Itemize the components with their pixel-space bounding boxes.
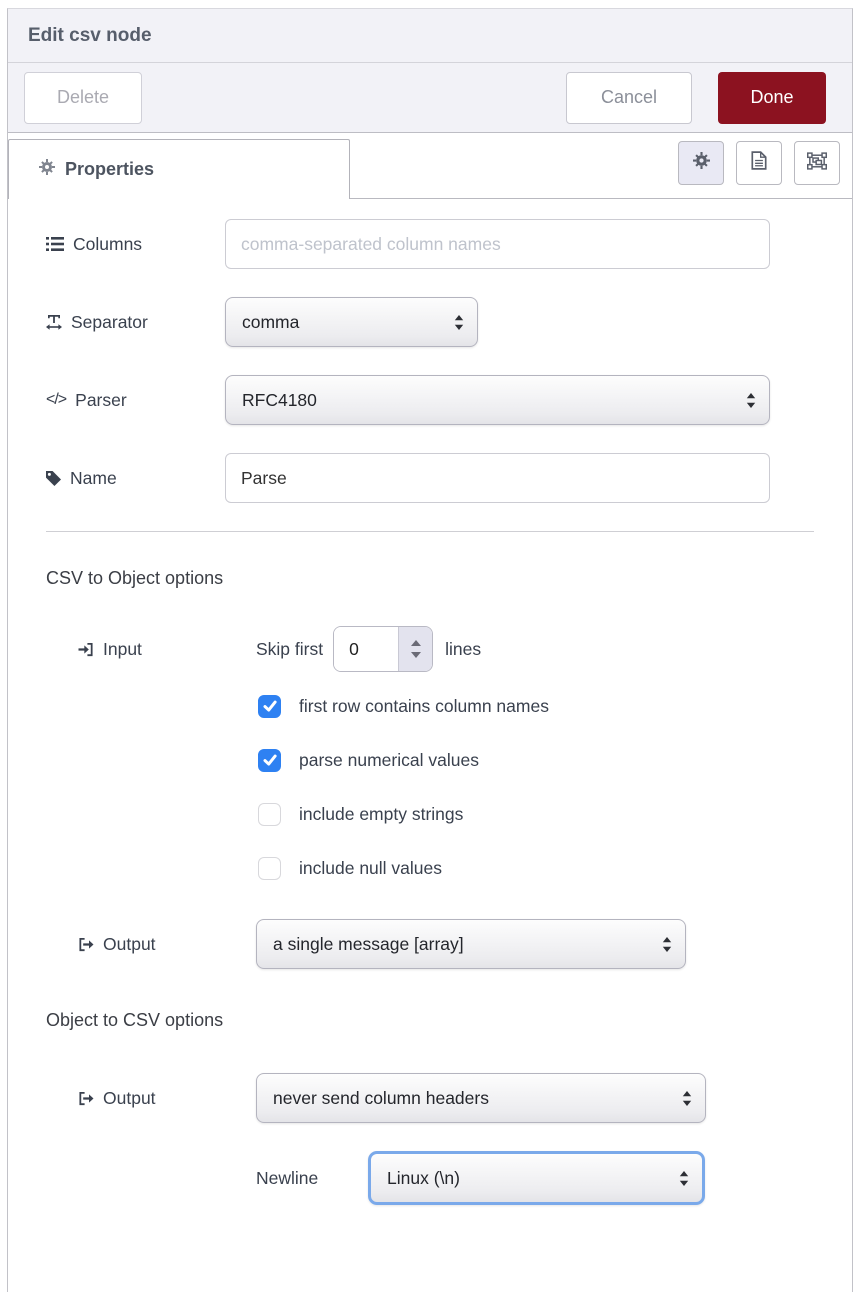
input-row: Input Skip first lines xyxy=(46,624,814,674)
checkbox-label: include null values xyxy=(299,858,442,879)
csv-output-label: Output xyxy=(46,934,256,955)
tab-properties-label: Properties xyxy=(65,159,154,180)
dialog-button-bar: Delete Cancel Done xyxy=(8,63,852,133)
csv-output-select-value: a single message [array] xyxy=(273,934,662,955)
separator-label: Separator xyxy=(46,312,225,333)
code-icon: </> xyxy=(46,391,66,409)
columns-row: Columns xyxy=(46,219,814,269)
parser-label: </> Parser xyxy=(46,390,225,411)
newline-label: Newline xyxy=(256,1168,368,1189)
description-tool-button[interactable] xyxy=(736,141,782,185)
spinner-down-icon[interactable] xyxy=(411,652,421,658)
list-icon xyxy=(46,237,64,251)
parse-numerical-option[interactable]: parse numerical values xyxy=(258,746,814,774)
skip-first-text: Skip first xyxy=(256,639,323,660)
cog-icon xyxy=(39,159,55,180)
checkmark-icon xyxy=(262,698,278,714)
properties-form: Columns Separator comma xyxy=(8,199,852,1292)
select-arrows-icon xyxy=(454,315,464,330)
checkmark-icon xyxy=(262,752,278,768)
separator-select[interactable]: comma xyxy=(225,297,478,347)
select-arrows-icon xyxy=(746,393,756,408)
name-label: Name xyxy=(46,468,225,489)
parse-numerical-checkbox[interactable] xyxy=(258,749,281,772)
parser-select[interactable]: RFC4180 xyxy=(225,375,770,425)
include-empty-strings-option[interactable]: include empty strings xyxy=(258,800,814,828)
name-input[interactable] xyxy=(225,453,770,503)
cancel-button[interactable]: Cancel xyxy=(566,72,692,124)
text-width-icon xyxy=(46,314,62,330)
file-icon xyxy=(751,151,767,175)
delete-button[interactable]: Delete xyxy=(24,72,142,124)
first-row-names-checkbox[interactable] xyxy=(258,695,281,718)
spinner-up-icon[interactable] xyxy=(411,640,421,646)
separator-row: Separator comma xyxy=(46,297,814,347)
appearance-tool-button[interactable] xyxy=(794,141,840,185)
name-label-text: Name xyxy=(70,468,117,489)
tab-properties[interactable]: Properties xyxy=(8,139,350,199)
lines-text: lines xyxy=(445,639,481,660)
csv-output-select[interactable]: a single message [array] xyxy=(256,919,686,969)
separator-select-value: comma xyxy=(242,312,454,333)
tag-icon xyxy=(46,471,61,486)
input-label: Input xyxy=(46,639,256,660)
obj-output-select-value: never send column headers xyxy=(273,1088,682,1109)
include-null-values-checkbox[interactable] xyxy=(258,857,281,880)
newline-select-value: Linux (\n) xyxy=(387,1168,679,1189)
newline-row: Newline Linux (\n) xyxy=(256,1150,814,1206)
select-arrows-icon xyxy=(662,937,672,952)
obj-output-label: Output xyxy=(46,1088,256,1109)
checkbox-label: first row contains column names xyxy=(299,696,549,717)
columns-label: Columns xyxy=(46,234,225,255)
separator-label-text: Separator xyxy=(71,312,148,333)
skip-lines-spinner xyxy=(333,626,433,672)
sign-out-icon xyxy=(78,1091,94,1106)
done-button[interactable]: Done xyxy=(718,72,826,124)
skip-lines-input[interactable] xyxy=(334,627,398,671)
spinner-buttons[interactable] xyxy=(398,627,432,671)
columns-label-text: Columns xyxy=(73,234,142,255)
sign-in-icon xyxy=(78,642,94,657)
obj-output-label-text: Output xyxy=(103,1088,156,1109)
input-label-text: Input xyxy=(103,639,142,660)
csv-output-label-text: Output xyxy=(103,934,156,955)
editor-tab-toolbar xyxy=(678,141,840,185)
include-null-values-option[interactable]: include null values xyxy=(258,854,814,882)
first-row-names-option[interactable]: first row contains column names xyxy=(258,692,814,720)
editor-tab-bar: Properties xyxy=(8,133,852,199)
dialog-title: Edit csv node xyxy=(28,25,152,47)
include-empty-strings-checkbox[interactable] xyxy=(258,803,281,826)
checkbox-label: parse numerical values xyxy=(299,750,479,771)
newline-select[interactable]: Linux (\n) xyxy=(368,1151,705,1205)
properties-tool-button[interactable] xyxy=(678,141,724,185)
object-group-icon xyxy=(807,152,827,175)
select-arrows-icon xyxy=(682,1091,692,1106)
csv-to-object-heading: CSV to Object options xyxy=(46,568,814,592)
parser-select-value: RFC4180 xyxy=(242,390,746,411)
dialog-header: Edit csv node xyxy=(8,9,852,63)
obj-output-row: Output never send column headers xyxy=(46,1072,814,1124)
sign-out-icon xyxy=(78,937,94,952)
csv-options-checkbox-group: first row contains column names parse nu… xyxy=(258,692,814,882)
csv-output-row: Output a single message [array] xyxy=(46,918,814,970)
obj-output-select[interactable]: never send column headers xyxy=(256,1073,706,1123)
section-divider xyxy=(46,531,814,532)
parser-label-text: Parser xyxy=(75,390,127,411)
name-row: Name xyxy=(46,453,814,503)
object-to-csv-heading: Object to CSV options xyxy=(46,1010,814,1034)
parser-row: </> Parser RFC4180 xyxy=(46,375,814,425)
select-arrows-icon xyxy=(679,1171,689,1186)
checkbox-label: include empty strings xyxy=(299,804,463,825)
columns-input[interactable] xyxy=(225,219,770,269)
edit-node-dialog: Edit csv node Delete Cancel Done Propert… xyxy=(7,8,853,1292)
cog-icon xyxy=(693,152,710,174)
